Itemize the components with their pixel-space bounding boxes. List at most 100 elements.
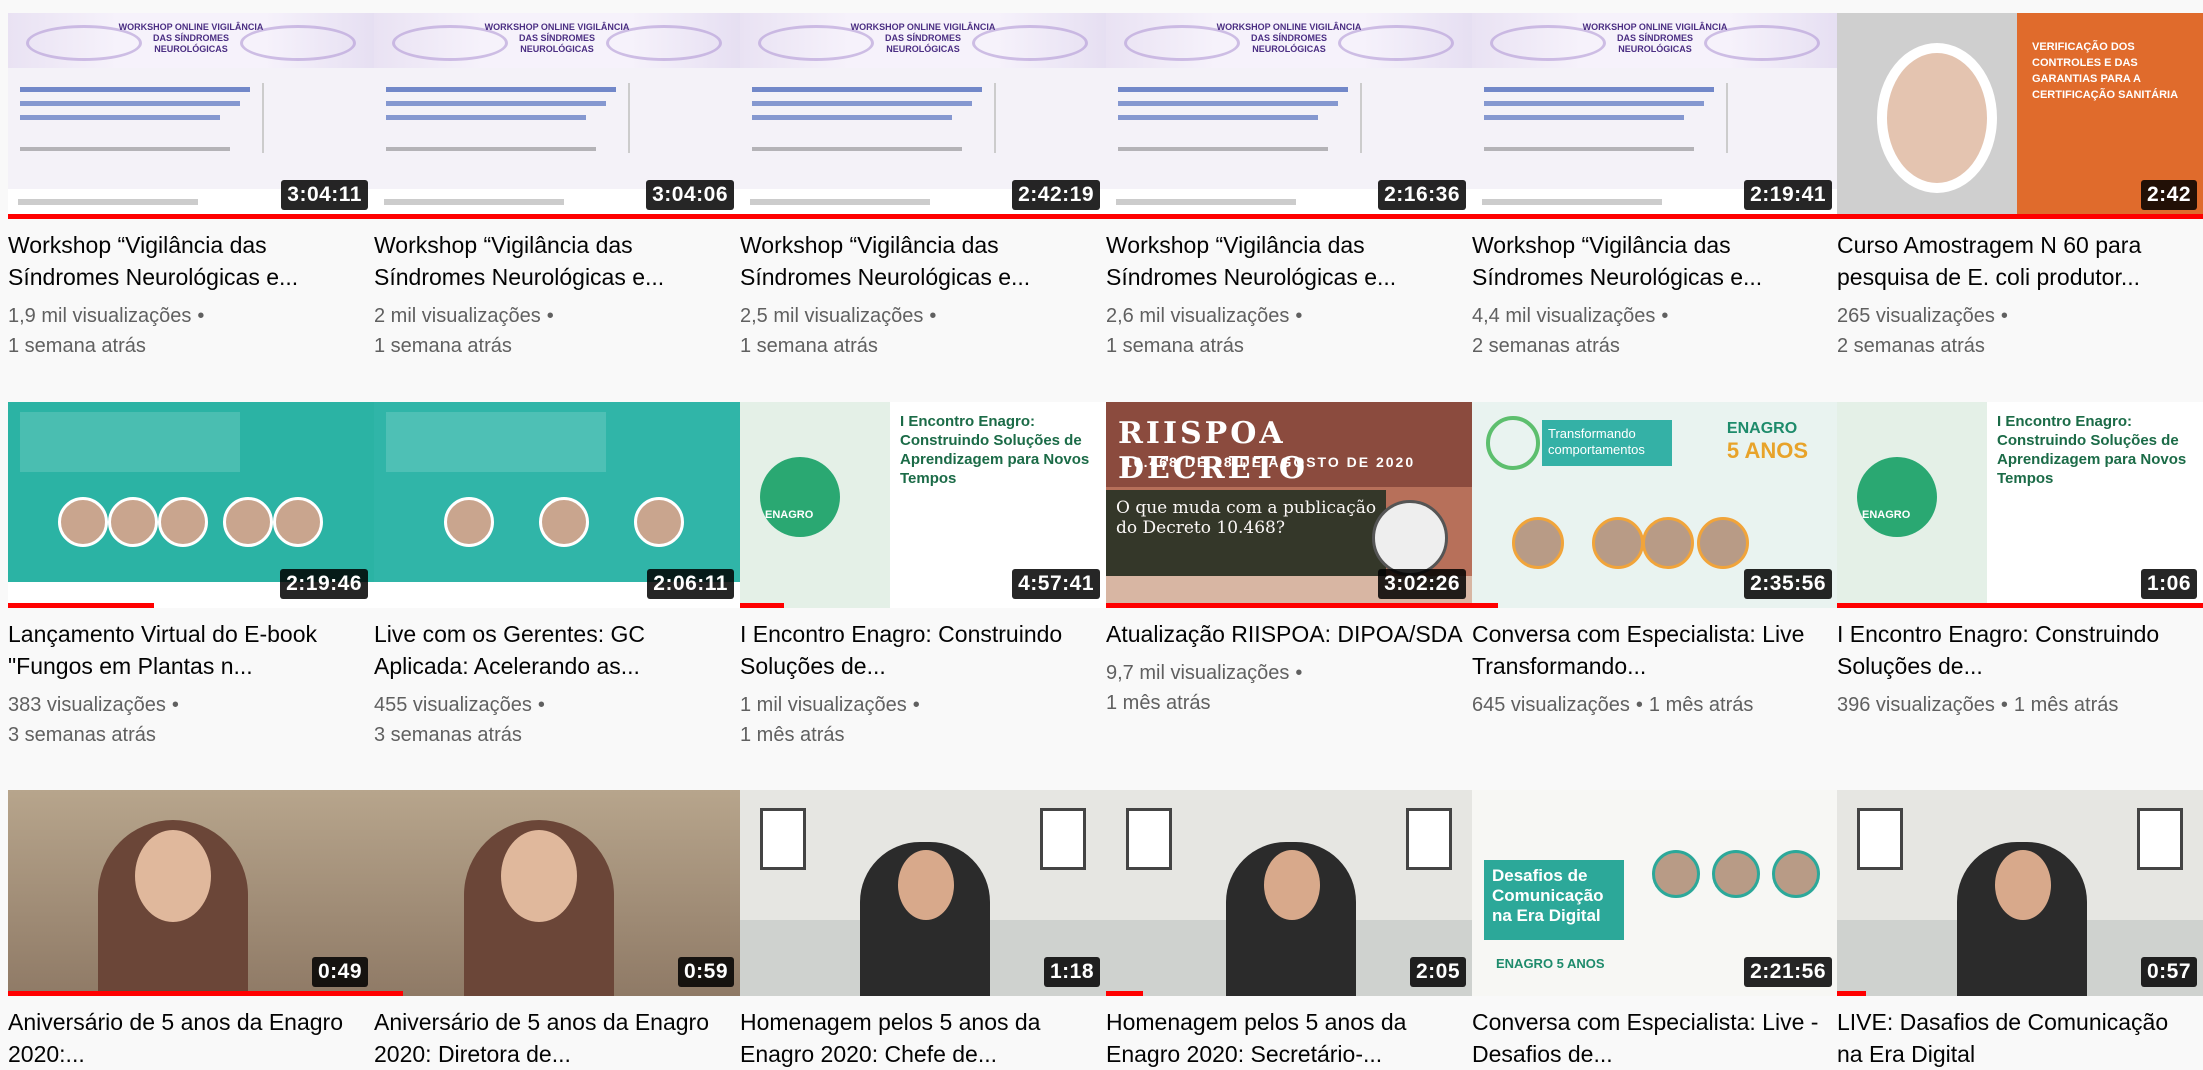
video-thumbnail[interactable]: Desafios de Comunicação na Era Digital EN…	[1472, 790, 1838, 996]
duration-badge: 3:04:11	[281, 180, 368, 210]
watch-progress-bar	[740, 603, 784, 608]
video-thumbnail[interactable]: VERIFICAÇÃO DOS CONTROLES E DAS GARANTIA…	[1837, 13, 2203, 219]
upload-age: 1 semana atrás	[1106, 335, 1244, 357]
video-card[interactable]: I Encontro Enagro: Construindo Soluções …	[740, 402, 1106, 750]
video-title[interactable]: Workshop “Vigilância das Síndromes Neuro…	[1106, 229, 1472, 293]
watch-progress-bar	[8, 214, 374, 219]
video-card[interactable]: Transformando comportamentos ENAGRO 5 ANOS…	[1472, 402, 1838, 720]
video-card[interactable]: WORKSHOP ONLINE VIGILÂNCIA DAS SÍNDROMES…	[8, 13, 374, 361]
upload-age: 2 semanas atrás	[1837, 335, 1985, 357]
duration-badge: 2:42:19	[1012, 180, 1100, 210]
video-title[interactable]: Curso Amostragem N 60 para pesquisa de E…	[1837, 229, 2203, 293]
video-title[interactable]: Aniversário de 5 anos da Enagro 2020:...	[8, 1006, 374, 1070]
video-card[interactable]: WORKSHOP ONLINE VIGILÂNCIA DAS SÍNDROMES…	[1106, 13, 1472, 361]
video-title[interactable]: Workshop “Vigilância das Síndromes Neuro…	[1472, 229, 1838, 293]
video-card[interactable]: VERIFICAÇÃO DOS CONTROLES E DAS GARANTIA…	[1837, 13, 2203, 361]
video-title[interactable]: Aniversário de 5 anos da Enagro 2020: Di…	[374, 1006, 740, 1070]
video-thumbnail[interactable]: RIISPOA DECRETO 10.468 DE 18 DE AGOSTO DE…	[1106, 402, 1472, 608]
watch-progress-bar	[8, 603, 155, 608]
video-title[interactable]: Lançamento Virtual do E-book "Fungos em …	[8, 618, 374, 682]
video-thumbnail[interactable]: WORKSHOP ONLINE VIGILÂNCIA DAS SÍNDROMES…	[740, 13, 1106, 219]
upload-age: 1 semana atrás	[740, 335, 878, 357]
separator-dot: •	[197, 305, 205, 327]
video-card[interactable]: 1:18 Homenagem pelos 5 anos da Enagro 202…	[740, 790, 1106, 1070]
thumbnail-text: I Encontro Enagro: Construindo Soluções …	[1997, 413, 2187, 487]
video-thumbnail[interactable]: WORKSHOP ONLINE VIGILÂNCIA DAS SÍNDROMES…	[1106, 13, 1472, 219]
video-title[interactable]: I Encontro Enagro: Construindo Soluções …	[740, 618, 1106, 682]
thumbnail-text: Transformando comportamentos	[1548, 426, 1645, 457]
view-count: 1,9 mil visualizações	[8, 305, 192, 327]
video-metadata: 455 visualizações • 3 semanas atrás	[374, 690, 740, 750]
video-title[interactable]: I Encontro Enagro: Construindo Soluções …	[1837, 618, 2203, 682]
video-card[interactable]: WORKSHOP ONLINE VIGILÂNCIA DAS SÍNDROMES…	[374, 13, 740, 361]
video-card[interactable]: 0:59 Aniversário de 5 anos da Enagro 2020…	[374, 790, 740, 1070]
video-thumbnail[interactable]: WORKSHOP ONLINE VIGILÂNCIA DAS SÍNDROMES…	[8, 13, 374, 219]
separator-dot: •	[1295, 305, 1303, 327]
live-badge-icon	[1486, 416, 1540, 470]
upload-age: 3 semanas atrás	[8, 724, 156, 746]
video-thumbnail[interactable]: 0:49	[8, 790, 374, 996]
view-count: 2 mil visualizações	[374, 305, 541, 327]
duration-badge: 2:42	[2140, 180, 2197, 210]
video-metadata: 2,5 mil visualizações • 1 semana atrás	[740, 301, 1106, 361]
video-card[interactable]: 2:19:46 Lançamento Virtual do E-book "Fun…	[8, 402, 374, 750]
video-title[interactable]: Workshop “Vigilância das Síndromes Neuro…	[740, 229, 1106, 293]
thumbnail-subtitle: 10.468 DE 18 DE AGOSTO DE 2020	[1124, 454, 1416, 470]
separator-dot: •	[1295, 662, 1303, 684]
watch-progress-bar	[1106, 214, 1472, 219]
watch-progress-bar	[1106, 991, 1143, 996]
video-title[interactable]: Workshop “Vigilância das Síndromes Neuro…	[374, 229, 740, 293]
watch-progress-bar	[1837, 603, 2203, 608]
upload-age: 1 mês atrás	[740, 724, 845, 746]
video-card[interactable]: 2:05 Homenagem pelos 5 anos da Enagro 202…	[1106, 790, 1472, 1070]
watch-progress-bar	[374, 991, 404, 996]
separator-dot: •	[1635, 694, 1643, 716]
duration-badge: 2:06:11	[647, 569, 734, 599]
video-thumbnail[interactable]: 2:05	[1106, 790, 1472, 996]
video-title[interactable]: Conversa com Especialista: Live - Desafi…	[1472, 1006, 1838, 1070]
duration-badge: 3:02:26	[1378, 569, 1466, 599]
separator-dot: •	[1661, 305, 1669, 327]
video-thumbnail[interactable]: 2:19:46	[8, 402, 374, 608]
video-thumbnail[interactable]: 2:06:11	[374, 402, 740, 608]
video-title[interactable]: Atualização RIISPOA: DIPOA/SDA	[1106, 618, 1472, 650]
thumbnail-header-text: WORKSHOP ONLINE VIGILÂNCIA DAS SÍNDROMES…	[1582, 22, 1728, 54]
video-thumbnail[interactable]: 0:59	[374, 790, 740, 996]
video-thumbnail[interactable]: 0:57	[1837, 790, 2203, 996]
video-card[interactable]: I Encontro Enagro: Construindo Soluções …	[1837, 402, 2203, 720]
duration-badge: 3:04:06	[646, 180, 734, 210]
video-card[interactable]: 0:57 LIVE: Dasafios de Comunicação na Era…	[1837, 790, 2203, 1070]
video-thumbnail[interactable]: WORKSHOP ONLINE VIGILÂNCIA DAS SÍNDROMES…	[374, 13, 740, 219]
video-title[interactable]: Conversa com Especialista: Live Transfor…	[1472, 618, 1838, 682]
duration-badge: 2:19:46	[280, 569, 368, 599]
duration-badge: 4:57:41	[1012, 569, 1100, 599]
video-thumbnail[interactable]: I Encontro Enagro: Construindo Soluções …	[740, 402, 1106, 608]
video-thumbnail[interactable]: I Encontro Enagro: Construindo Soluções …	[1837, 402, 2203, 608]
upload-age: 1 semana atrás	[374, 335, 512, 357]
video-title[interactable]: Homenagem pelos 5 anos da Enagro 2020: S…	[1106, 1006, 1472, 1070]
view-count: 645 visualizações	[1472, 694, 1630, 716]
thumbnail-brand: ENAGRO	[1726, 420, 1798, 437]
video-thumbnail[interactable]: WORKSHOP ONLINE VIGILÂNCIA DAS SÍNDROMES…	[1472, 13, 1838, 219]
video-thumbnail[interactable]: Transformando comportamentos ENAGRO 5 ANOS…	[1472, 402, 1838, 608]
video-title[interactable]: Live com os Gerentes: GC Aplicada: Acele…	[374, 618, 740, 682]
video-card[interactable]: 0:49 Aniversário de 5 anos da Enagro 2020…	[8, 790, 374, 1070]
upload-age: 1 semana atrás	[8, 335, 146, 357]
video-card[interactable]: WORKSHOP ONLINE VIGILÂNCIA DAS SÍNDROMES…	[740, 13, 1106, 361]
video-card[interactable]: 2:06:11 Live com os Gerentes: GC Aplicada…	[374, 402, 740, 750]
separator-dot: •	[546, 305, 554, 327]
video-card[interactable]: RIISPOA DECRETO 10.468 DE 18 DE AGOSTO DE…	[1106, 402, 1472, 718]
thumbnail-header-text: WORKSHOP ONLINE VIGILÂNCIA DAS SÍNDROMES…	[118, 22, 264, 54]
seal-icon	[1372, 500, 1448, 576]
video-title[interactable]: Homenagem pelos 5 anos da Enagro 2020: C…	[740, 1006, 1106, 1070]
video-card[interactable]: Desafios de Comunicação na Era Digital EN…	[1472, 790, 1838, 1070]
view-count: 2,5 mil visualizações	[740, 305, 924, 327]
video-title[interactable]: LIVE: Dasafios de Comunicação na Era Dig…	[1837, 1006, 2203, 1070]
video-card[interactable]: WORKSHOP ONLINE VIGILÂNCIA DAS SÍNDROMES…	[1472, 13, 1838, 361]
video-metadata: 2 mil visualizações • 1 semana atrás	[374, 301, 740, 361]
watch-progress-bar	[1472, 214, 1838, 219]
video-thumbnail[interactable]: 1:18	[740, 790, 1106, 996]
video-grid: WORKSHOP ONLINE VIGILÂNCIA DAS SÍNDROMES…	[0, 0, 2203, 1068]
view-count: 2,6 mil visualizações	[1106, 305, 1290, 327]
video-title[interactable]: Workshop “Vigilância das Síndromes Neuro…	[8, 229, 374, 293]
